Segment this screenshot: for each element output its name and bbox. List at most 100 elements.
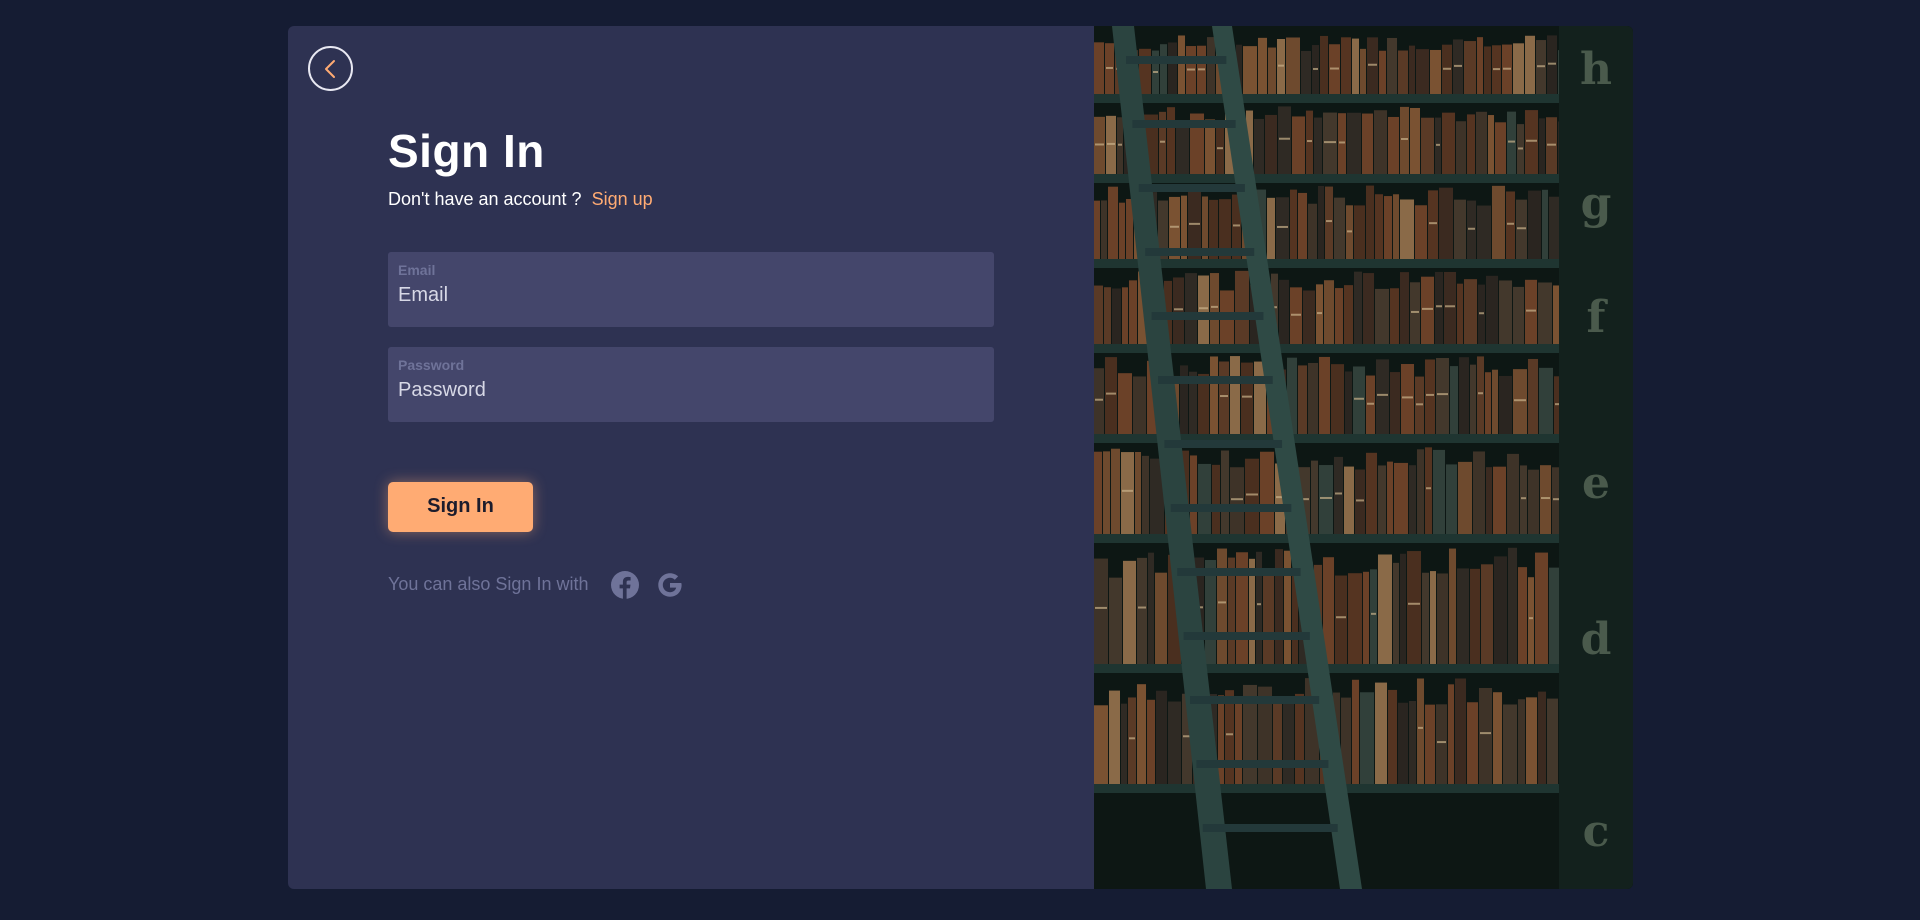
book-spine [1112,288,1121,346]
book-spine [1449,548,1456,666]
back-button[interactable] [308,46,353,91]
book-spine [1486,275,1498,346]
book-spine [1400,272,1409,346]
book-spine [1290,189,1297,261]
book-spine [1378,465,1386,536]
book-spine [1393,194,1399,261]
book-spine [1354,205,1365,261]
ladder-rung [1196,760,1329,768]
book-label [1242,395,1252,398]
book-spine [1481,564,1493,666]
book-spine [1455,678,1466,786]
book-spine [1334,197,1345,261]
book-spine [1275,549,1283,666]
email-field[interactable] [398,283,984,307]
book-spine [1528,358,1538,436]
book-spine [1230,467,1244,536]
book-spine [1217,548,1227,666]
book-label [1436,305,1442,308]
book-spine [1477,205,1491,261]
book-spine [1409,45,1415,96]
book-spine [1325,186,1333,261]
book-label [1429,222,1437,225]
book-label [1526,309,1536,312]
book-spine [1117,117,1123,176]
form-content: Sign In Don't have an account ? Sign up … [388,126,994,600]
chevron-left-icon [324,59,335,78]
book-label [1480,732,1491,735]
book-spine [1470,364,1476,436]
sign-in-button[interactable]: Sign In [388,481,533,532]
book-spine [1352,679,1359,786]
book-spine [1400,199,1414,261]
book-spine [1502,44,1512,96]
book-spine [1366,185,1374,261]
book-spine [1260,451,1274,536]
book-spine [1528,577,1534,666]
book-label [1233,224,1240,227]
book-spine [1108,186,1118,261]
facebook-icon[interactable] [610,570,640,600]
book-spine [1467,702,1478,786]
book-spine [1425,704,1435,786]
book-spine [1341,37,1351,96]
book-spine [1525,35,1535,96]
book-spine [1387,37,1397,96]
book-label [1106,66,1113,69]
book-label [1106,392,1116,395]
book-spine [1370,569,1377,666]
book-spine [1375,288,1389,346]
library-illustration: h g f e d c [1094,26,1633,889]
book-spine [1464,279,1477,346]
book-spine [1549,196,1559,261]
book-spine [1374,110,1387,176]
shelf-board [1094,174,1564,183]
book-spine [1430,49,1441,96]
book-label [1218,601,1226,604]
book-spine [1103,451,1110,536]
book-spine [1344,285,1353,346]
book-spine [1495,122,1506,176]
book-spine [1467,114,1475,176]
book-spine [1494,556,1507,666]
book-spine [1094,451,1102,536]
book-spine [1470,568,1480,666]
book-spine [1421,276,1434,346]
book-label [1368,63,1377,66]
book-label [1122,489,1133,492]
book-spine [1133,376,1146,436]
book-spine [1323,112,1337,176]
book-spine [1094,558,1108,666]
book-spine [1101,200,1107,261]
book-label [1347,230,1352,233]
ladder-rung [1183,632,1310,640]
book-spine [1268,47,1276,96]
book-spine [1492,369,1498,436]
book-spine [1507,453,1519,536]
book-spine [1425,359,1435,436]
book-label [1503,67,1511,70]
password-field[interactable] [398,378,984,402]
ladder-rung [1190,696,1320,704]
book-label [1437,393,1448,396]
book-spine [1450,366,1458,436]
book-label [1279,137,1290,140]
book-spine [1094,116,1105,176]
book-spine [1348,573,1362,666]
book-label [1336,616,1346,619]
book-spine [1492,45,1501,96]
book-spine [1306,110,1313,176]
google-icon[interactable] [655,570,685,600]
book-spine [1484,46,1491,96]
book-spine [1367,37,1378,96]
book-spine [1416,49,1429,96]
book-spine [1245,458,1259,536]
book-spine [1400,553,1406,666]
book-spine [1390,288,1399,346]
book-spine [1540,465,1551,536]
signup-link[interactable]: Sign up [592,189,653,210]
book-spine [1111,448,1120,536]
book-label [1095,606,1107,609]
book-spine [1279,279,1289,346]
book-label [1317,312,1322,315]
